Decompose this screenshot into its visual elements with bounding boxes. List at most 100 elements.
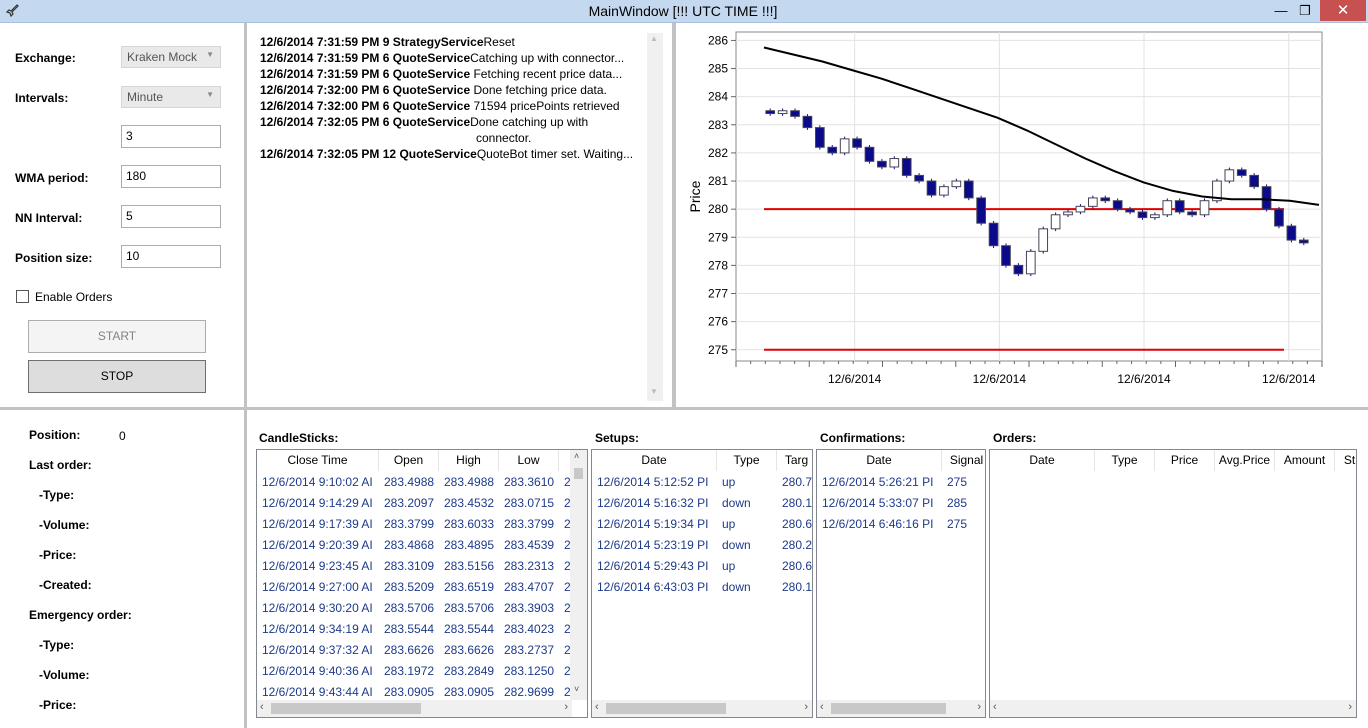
column-header[interactable]: St	[1335, 450, 1356, 471]
y-tick-label: 284	[708, 90, 728, 104]
log-entry: 12/6/2014 7:32:00 PM 6 QuoteService Done…	[260, 82, 607, 98]
table-cell: 12/6/2014 9:30:20 AI	[262, 601, 373, 615]
table-cell: 280.64	[782, 559, 813, 573]
log-thread: 6	[382, 51, 393, 65]
table-cell: 280.61	[782, 517, 813, 531]
table-cell: 283.6033	[444, 517, 495, 531]
horizontal-scrollbar[interactable]: ‹ ›	[592, 700, 812, 717]
column-header[interactable]: Avg.Price	[1215, 450, 1275, 471]
candlesticks-grid[interactable]: Close Time Open High Low 12/6/2014 9:10:02 A…	[256, 449, 588, 718]
log-message: Reset	[483, 35, 515, 49]
column-header[interactable]: Date	[592, 450, 717, 471]
settings-panel: Exchange: Kraken Mock ▼ Intervals: Minute…	[0, 24, 244, 407]
horizontal-scrollbar[interactable]: ‹ ›	[990, 700, 1356, 717]
log-time: 12/6/2014 7:31:59 PM	[260, 35, 383, 49]
intervals-select[interactable]: Minute ▼	[121, 86, 221, 108]
column-header[interactable]: Date	[817, 450, 942, 471]
candle-body	[1125, 208, 1135, 213]
candle-body	[1100, 197, 1111, 202]
orders-title: Orders:	[993, 431, 1037, 445]
column-header[interactable]: Date	[990, 450, 1095, 471]
scroll-thumb[interactable]	[574, 468, 583, 479]
emergency-order-label: Emergency order:	[29, 608, 132, 622]
column-header[interactable]: Amount	[1275, 450, 1335, 471]
vertical-splitter-left[interactable]	[244, 23, 247, 728]
price-chart[interactable]: 275 276 277 278 279 280 281 282 283 284 285 286 12/6…	[677, 24, 1368, 407]
vertical-splitter-top[interactable]	[672, 23, 676, 408]
column-header[interactable]: Type	[1095, 450, 1155, 471]
scroll-left-icon[interactable]: ‹	[820, 701, 824, 713]
table-cell: 285	[947, 496, 968, 510]
log-thread: 12	[382, 147, 400, 161]
table-cell: 280.12	[782, 496, 813, 510]
table-cell: down	[722, 580, 751, 594]
column-header[interactable]: Open	[379, 450, 439, 471]
candle-body	[839, 138, 850, 154]
minimize-button[interactable]: —	[1268, 1, 1294, 21]
column-header[interactable]: Close Time	[257, 450, 379, 471]
log-thread: 6	[382, 99, 393, 113]
horizontal-scrollbar[interactable]: ‹ ›	[817, 700, 985, 717]
scroll-up-icon[interactable]: ˄	[574, 451, 579, 461]
scroll-left-icon[interactable]: ‹	[993, 701, 997, 713]
confirmations-grid[interactable]: Date Signal 12/6/2014 5:26:21 PI 275 12/6/20…	[816, 449, 986, 718]
position-size-input[interactable]: 10	[121, 245, 221, 268]
scroll-up-icon[interactable]: ▲	[650, 34, 658, 43]
scroll-down-icon[interactable]: ▼	[650, 387, 658, 396]
column-header[interactable]: Price	[1155, 450, 1215, 471]
scroll-right-icon[interactable]: ›	[977, 701, 981, 713]
column-header[interactable]: Targ	[777, 450, 812, 471]
table-cell: 12/6/2014 5:23:19 PI	[597, 538, 709, 552]
orders-grid[interactable]: Date Type Price Avg.Price Amount St ‹ ›	[989, 449, 1357, 718]
enable-orders-checkbox[interactable]	[16, 290, 29, 303]
log-time: 12/6/2014 7:32:05 PM	[260, 147, 383, 161]
table-cell: 283.5209	[384, 580, 435, 594]
scroll-left-icon[interactable]: ‹	[260, 701, 264, 713]
close-button[interactable]: ✕	[1320, 0, 1366, 21]
table-cell: 283.4988	[384, 475, 435, 489]
setups-grid[interactable]: Date Type Targ 12/6/2014 5:12:52 PI up 280.7 1…	[591, 449, 813, 718]
table-cell: 280.19	[782, 580, 813, 594]
chevron-down-icon: ▼	[206, 90, 214, 99]
horizontal-scrollbar[interactable]: ‹ ›	[257, 700, 572, 717]
scroll-right-icon[interactable]: ›	[1348, 701, 1352, 713]
y-tick-label: 279	[708, 230, 728, 244]
column-header[interactable]: Signal	[942, 450, 985, 471]
scroll-thumb[interactable]	[606, 703, 726, 714]
scroll-down-icon[interactable]: ˅	[574, 684, 579, 694]
log-thread: 6	[382, 83, 393, 97]
table-cell: 12/6/2014 9:40:36 AI	[262, 664, 373, 678]
intervals-count-input[interactable]: 3	[121, 125, 221, 148]
table-cell: 12/6/2014 5:16:32 PI	[597, 496, 709, 510]
log-message-cont: connector.	[476, 131, 532, 145]
log-thread: 9	[382, 35, 393, 49]
wma-period-input[interactable]: 180	[121, 165, 221, 188]
vertical-scrollbar[interactable]: ˄ ˅	[570, 450, 587, 700]
emergency-volume-label: -Volume:	[39, 668, 90, 682]
column-header[interactable]: Low	[499, 450, 559, 471]
maximize-button[interactable]: ❐	[1292, 1, 1318, 21]
title-bar[interactable]: MainWindow [!!! UTC TIME !!!] — ❐ ✕	[0, 0, 1368, 23]
candle-body	[1038, 228, 1049, 252]
candle-body	[939, 186, 949, 196]
column-header[interactable]: High	[439, 450, 499, 471]
scroll-right-icon[interactable]: ›	[564, 701, 568, 713]
last-order-type-label: -Type:	[39, 488, 75, 502]
nn-interval-input[interactable]: 5	[121, 205, 221, 228]
scroll-left-icon[interactable]: ‹	[595, 701, 599, 713]
log-scrollbar[interactable]: ▲ ▼	[647, 33, 663, 401]
table-cell: 283.3799	[504, 517, 555, 531]
scroll-thumb[interactable]	[271, 703, 421, 714]
column-header[interactable]: Type	[717, 450, 777, 471]
scroll-right-icon[interactable]: ›	[804, 701, 808, 713]
log-entry: 12/6/2014 7:31:59 PM 9 StrategyServiceRe…	[260, 34, 515, 50]
table-cell: 12/6/2014 5:12:52 PI	[597, 475, 709, 489]
table-cell: 283.6519	[444, 580, 495, 594]
start-button[interactable]: START	[28, 320, 206, 353]
exchange-select[interactable]: Kraken Mock ▼	[121, 46, 221, 68]
candle-body	[852, 138, 862, 148]
stop-button[interactable]: STOP	[28, 360, 206, 393]
intervals-value: Minute	[127, 90, 164, 104]
table-cell: up	[722, 517, 736, 531]
scroll-thumb[interactable]	[831, 703, 946, 714]
